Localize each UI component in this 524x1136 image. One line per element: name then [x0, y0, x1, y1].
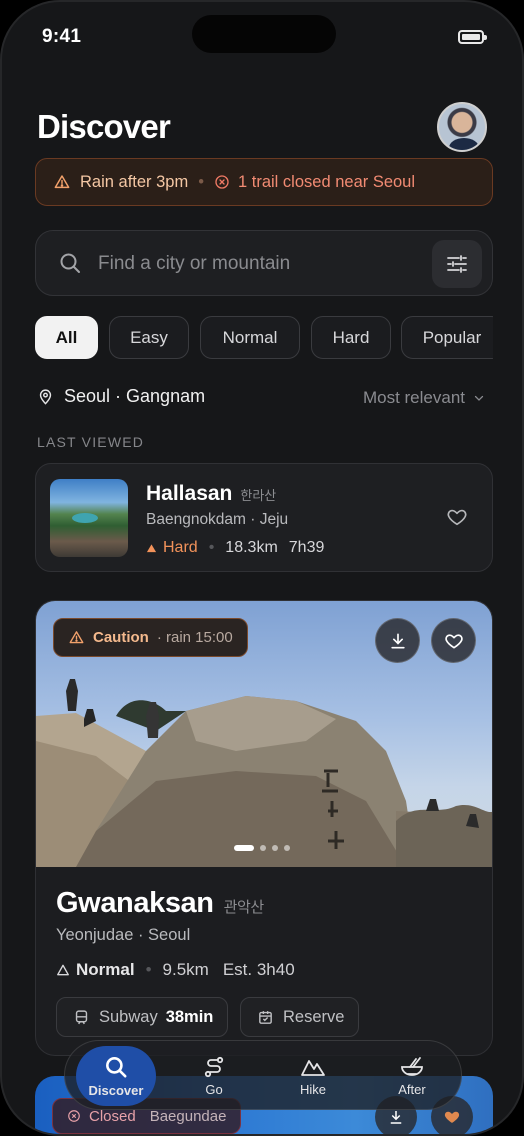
caution-detail: · rain 15:00: [156, 629, 233, 646]
reserve-button[interactable]: Reserve: [240, 997, 360, 1037]
trail-thumbnail: [50, 479, 128, 557]
difficulty-badge: Normal: [56, 960, 135, 980]
warning-icon: [54, 175, 70, 189]
tab-label: Hike: [299, 1082, 326, 1097]
chip-easy[interactable]: Easy: [109, 316, 189, 359]
bottom-tab-bar: Discover Go Hike After: [64, 1040, 462, 1110]
tab-label: Go: [205, 1082, 223, 1097]
caution-label: Caution: [93, 629, 149, 646]
tab-hike[interactable]: Hike: [273, 1046, 353, 1106]
filter-button[interactable]: [432, 240, 482, 288]
featured-distance: 9.5km: [162, 960, 209, 979]
download-button[interactable]: [375, 618, 420, 663]
featured-korean-name: 관악산: [223, 899, 265, 916]
featured-name-row: Gwanaksan 관악산: [56, 887, 264, 920]
closed-circle-icon: [68, 1110, 80, 1122]
sort-label: Most relevant: [362, 388, 465, 407]
chevron-down-icon: [474, 395, 484, 401]
trail-name-row: Hallasan 한라산: [146, 482, 276, 506]
route-icon: [204, 1056, 224, 1078]
tab-discover[interactable]: Discover: [76, 1046, 156, 1106]
subway-icon: [75, 1009, 88, 1024]
trail-photo[interactable]: Caution · rain 15:00: [36, 601, 492, 867]
weather-alert-banner[interactable]: Rain after 3pm • 1 trail closed near Seo…: [35, 158, 493, 206]
dynamic-island: [192, 15, 336, 53]
closed-circle-icon: [215, 175, 229, 189]
photo-pager[interactable]: [234, 845, 290, 851]
pager-dot: [260, 845, 266, 851]
featured-subtitle: Yeonjudae · Seoul: [56, 926, 191, 944]
trail-subtitle: Baengnokdam · Jeju: [146, 511, 289, 528]
download-icon: [390, 1111, 402, 1124]
pager-dot-active: [234, 845, 254, 851]
featured-trail-card[interactable]: Caution · rain 15:00 Gwanaksan 관악산 Yeonju…: [35, 600, 493, 1056]
separator-dot: •: [198, 172, 204, 191]
reserve-label: Reserve: [283, 1007, 345, 1026]
heart-icon[interactable]: [446, 506, 468, 528]
tab-after[interactable]: After: [372, 1046, 452, 1106]
sort-dropdown[interactable]: Most relevant: [363, 388, 485, 408]
tab-label: Discover: [88, 1083, 144, 1098]
featured-meta: Normal • 9.5km Est. 3h40: [56, 960, 295, 980]
location-selector[interactable]: Seoul · Gangnam: [37, 386, 205, 407]
transit-button[interactable]: Subway 38min: [56, 997, 229, 1037]
weather-alert-text: Rain after 3pm: [80, 172, 189, 191]
pager-dot: [284, 845, 290, 851]
difficulty-label: Normal: [76, 960, 135, 979]
section-label-last-viewed: LAST VIEWED: [37, 434, 145, 450]
trail-duration: 7h39: [288, 539, 325, 556]
calendar-icon: [259, 1010, 272, 1024]
difficulty-label: Hard: [163, 539, 198, 556]
search-input[interactable]: [98, 245, 398, 283]
transit-time: 38min: [165, 1007, 214, 1026]
caution-badge: Caution · rain 15:00: [53, 618, 248, 657]
map-pin-icon: [39, 389, 52, 405]
battery-icon: [458, 30, 487, 44]
chip-normal[interactable]: Normal: [200, 316, 300, 359]
phone-screen: 9:41 Discover Rain after 3pm • 1 trail c…: [0, 0, 524, 1136]
separator-dot: •: [208, 539, 215, 556]
heart-filled-icon: [444, 1111, 460, 1123]
bowl-icon: [401, 1057, 423, 1076]
next-trail-name: Baegundae: [149, 1107, 227, 1125]
closed-label: Closed: [89, 1107, 136, 1125]
trail-closed-text: 1 trail closed near Seoul: [238, 172, 416, 191]
pager-dot: [272, 845, 278, 851]
search-bar: [35, 230, 493, 296]
tab-go[interactable]: Go: [174, 1046, 254, 1106]
featured-estimate: Est. 3h40: [222, 960, 295, 979]
chip-all[interactable]: All: [35, 316, 98, 359]
transit-label: Subway: [99, 1007, 158, 1026]
triangle-filled-icon: [146, 543, 157, 552]
trail-name: Hallasan: [146, 482, 233, 505]
separator-dot: •: [145, 960, 152, 979]
chip-hard[interactable]: Hard: [311, 316, 391, 359]
trail-meta: Hard • 18.3km 7h39: [146, 539, 324, 557]
featured-trail-name: Gwanaksan: [56, 887, 214, 919]
download-icon: [390, 633, 405, 648]
avatar[interactable]: [437, 102, 487, 152]
sliders-icon: [447, 255, 467, 273]
search-icon: [60, 253, 80, 273]
triangle-outline-icon: [57, 964, 69, 976]
mountain-icon: [301, 1060, 325, 1076]
difficulty-badge: Hard: [146, 539, 198, 557]
difficulty-filter-chips: All Easy Normal Hard Popular: [35, 316, 493, 359]
heart-icon: [444, 633, 463, 648]
status-time: 9:41: [42, 26, 82, 47]
favorite-button[interactable]: [431, 618, 476, 663]
status-bar: 9:41: [2, 2, 522, 72]
search-icon: [106, 1057, 127, 1078]
tab-label: After: [398, 1082, 426, 1097]
warning-icon: [69, 631, 84, 644]
chip-popular[interactable]: Popular: [401, 316, 493, 359]
location-label: Seoul · Gangnam: [64, 386, 206, 406]
trail-distance: 18.3km: [225, 539, 278, 556]
last-viewed-card[interactable]: Hallasan 한라산 Baengnokdam · Jeju Hard • 18…: [35, 463, 493, 572]
trail-korean-name: 한라산: [240, 488, 277, 503]
page-title: Discover: [37, 108, 171, 145]
